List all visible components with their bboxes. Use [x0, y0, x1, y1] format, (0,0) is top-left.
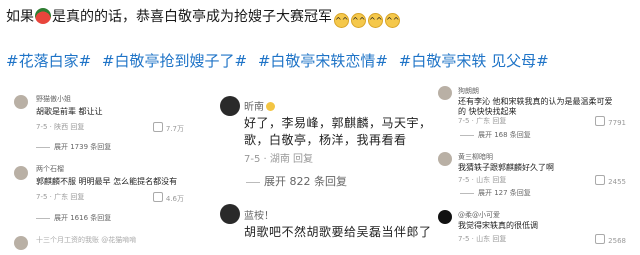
grin-emoji-icon: ^^: [385, 13, 400, 28]
like-count[interactable]: 4.6万: [152, 192, 184, 204]
comment-username[interactable]: 十三个月工资的我账 @花猫啃啃: [36, 235, 136, 245]
like-count[interactable]: 7.7万: [152, 122, 184, 134]
headline-part2: 是真的的话，恭喜白敬亭成为抢嫂子大赛冠军: [52, 9, 332, 25]
grin-emoji-icon: ^^: [368, 13, 383, 28]
expand-replies-label: 展开 822 条回复: [264, 175, 347, 188]
divider: [36, 217, 50, 219]
expand-replies-label: 展开 1616 条回复: [54, 214, 112, 222]
like-count[interactable]: 2568: [595, 234, 626, 245]
hashtag-link[interactable]: #白敬亭抢到嫂子了#: [102, 52, 247, 70]
avatar[interactable]: [14, 166, 28, 180]
avatar[interactable]: [220, 204, 240, 224]
comment-username[interactable]: 昕南: [244, 98, 275, 113]
moon-icon: [266, 102, 275, 111]
like-count[interactable]: 7791: [595, 116, 626, 127]
avatar[interactable]: [220, 96, 240, 116]
comment-username[interactable]: 两个石榴: [36, 164, 64, 174]
comment-text-line: 歌，白敬亭，杨洋，我再看看: [244, 133, 407, 147]
expand-replies[interactable]: 展开 127 条回复: [460, 188, 531, 198]
comment-panel-right: 狗朗朗 还有李沁 他和宋轶我真的认为是最温柔可爱 的 快快快找起来 7-5 · …: [430, 86, 640, 255]
like-count-value: 7791: [608, 119, 626, 127]
like-count-value: 7.7万: [165, 125, 184, 133]
like-count-value: 2455: [608, 178, 626, 186]
comment-username[interactable]: 狗朗朗: [458, 86, 479, 96]
thumbs-up-icon: [152, 192, 163, 202]
comment-text: 郭麒麟不服 明明最早 怎么能提名都没有: [36, 177, 178, 186]
comment-username[interactable]: 蓝桉！: [244, 207, 274, 222]
comment-username[interactable]: 黄三柳暗明: [458, 152, 493, 162]
grin-emoji-icon: ^^: [334, 13, 349, 28]
comment-meta: 7-5 · 湖南 回复: [244, 154, 314, 165]
comment-username-label: 昕南: [244, 102, 264, 113]
hashtag-link[interactable]: #白敬亭宋轶恋情#: [258, 52, 388, 70]
headline: 如果 是真的的话，恭喜白敬亭成为抢嫂子大赛冠军 ^^ ^^ ^^ ^^: [6, 6, 400, 28]
hashtag-link[interactable]: #白敬亭宋轶 见父母#: [399, 52, 549, 70]
avatar[interactable]: [14, 95, 28, 109]
expand-replies[interactable]: 展开 822 条回复: [246, 173, 347, 189]
like-count-value: 2568: [608, 237, 626, 245]
watermelon-icon: [35, 8, 51, 24]
comment-meta: 7-5 · 广东 回复: [458, 117, 507, 125]
comment-text-line: 胡歌吧不然胡歌要给吴磊当伴郎了: [244, 225, 430, 239]
comment-text-line: 好了，李易峰，郭麒麟，马天宇，: [244, 116, 430, 130]
avatar[interactable]: [438, 152, 452, 166]
comment-text: 胡歌是前辈 都让让: [36, 107, 103, 116]
avatar[interactable]: [438, 210, 452, 224]
expand-replies[interactable]: 展开 168 条回复: [460, 130, 531, 140]
comment-meta: 7-5 · 广东 回复: [36, 193, 85, 201]
grin-emoji-icon: ^^: [351, 13, 366, 28]
thumbs-up-icon: [152, 122, 163, 132]
like-count-value: 4.6万: [165, 195, 184, 203]
headline-part1: 如果: [6, 9, 34, 25]
hashtag-link[interactable]: #花落白家#: [6, 52, 91, 70]
comment-text-line: 我猜轶子跟郭麒麟好久了啊: [458, 163, 554, 172]
expand-replies-label: 展开 1739 条回复: [54, 143, 112, 151]
avatar[interactable]: [14, 236, 28, 250]
hashtag-row: #花落白家# #白敬亭抢到嫂子了# #白敬亭宋轶恋情# #白敬亭宋轶 见父母#: [6, 50, 555, 71]
like-count[interactable]: 2455: [595, 175, 626, 186]
comment-username[interactable]: 野猫傲小姐: [36, 94, 71, 104]
thumbs-up-icon: [595, 175, 606, 185]
divider: [246, 181, 260, 183]
comment-meta: 7-5 · 陕西 回复: [36, 123, 85, 131]
comment-meta: 7-5 · 山东 回复: [458, 176, 507, 184]
expand-replies[interactable]: 展开 1739 条回复: [36, 142, 111, 152]
comment-meta: 7-5 · 山东 回复: [458, 235, 507, 243]
expand-replies-label: 展开 168 条回复: [478, 131, 531, 139]
comment-username[interactable]: @柔@小可爱: [458, 210, 500, 220]
expand-replies[interactable]: 展开 1616 条回复: [36, 213, 111, 223]
thumbs-up-icon: [595, 234, 606, 244]
thumbs-up-icon: [595, 116, 606, 126]
expand-replies-label: 展开 127 条回复: [478, 189, 531, 197]
divider: [36, 146, 50, 148]
avatar[interactable]: [438, 86, 452, 100]
comment-panel-left: 野猫傲小姐 胡歌是前辈 都让让 7-5 · 陕西 回复 7.7万 展开 1739…: [0, 86, 206, 255]
comment-panel-middle: 昕南 好了，李易峰，郭麒麟，马天宇， 歌，白敬亭，杨洋，我再看看 7-5 · 湖…: [218, 86, 430, 255]
divider: [460, 192, 474, 194]
comment-text-line: 我觉得宋轶真的很低调: [458, 221, 538, 230]
divider: [460, 134, 474, 136]
